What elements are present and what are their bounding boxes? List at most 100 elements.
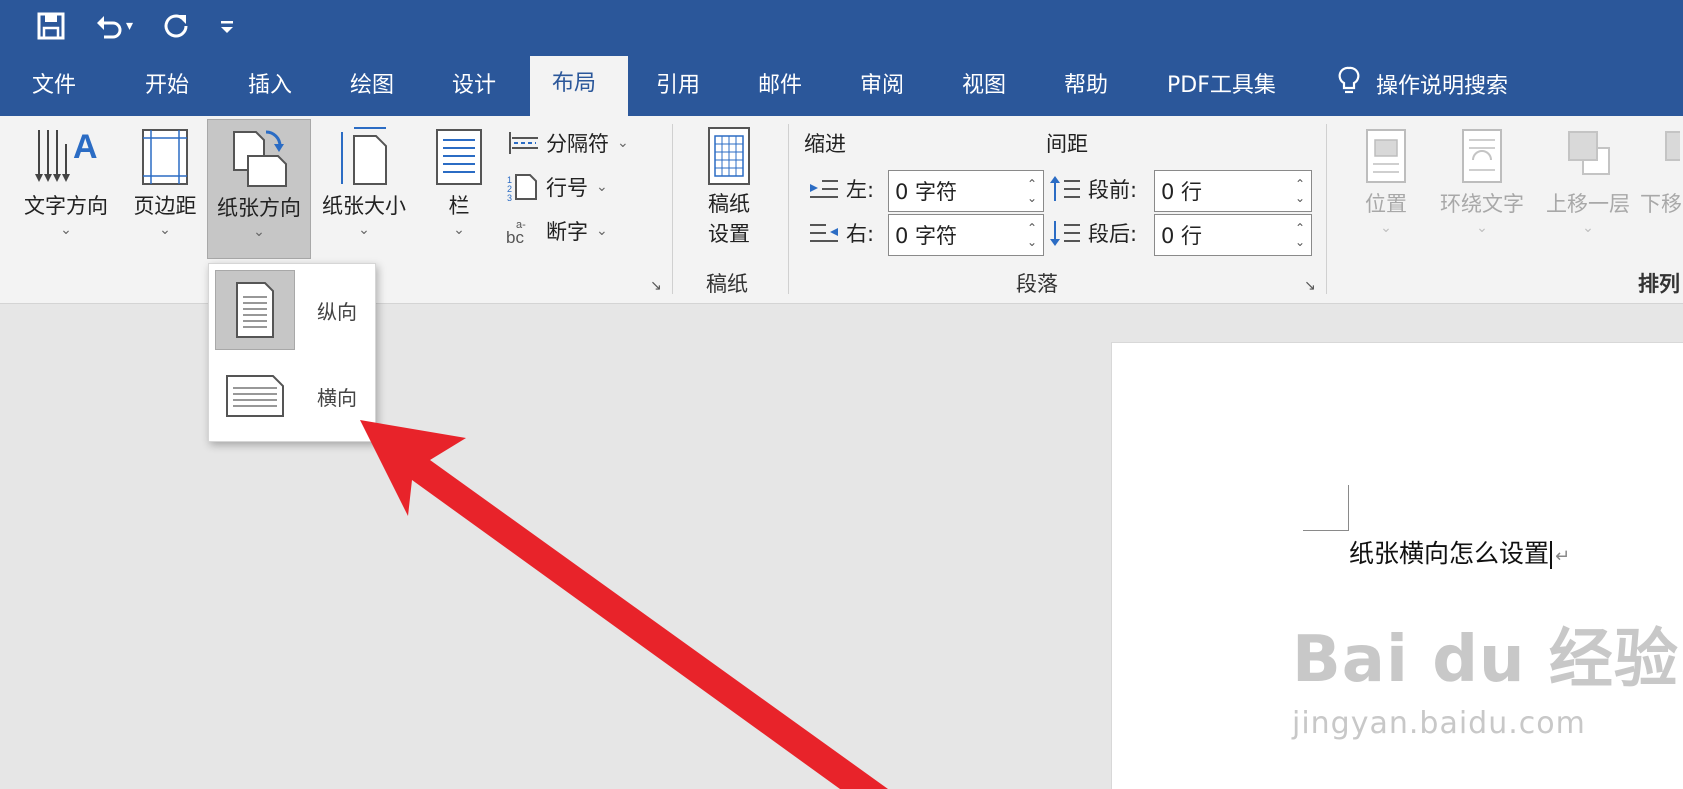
group-separator — [788, 124, 789, 294]
ribbon-tabs: 文件 开始 插入 绘图 设计 布局 引用 邮件 审阅 视图 帮助 PDF工具集 … — [0, 52, 1683, 116]
orientation-label: 纸张方向 — [217, 196, 301, 220]
lightbulb-icon — [1338, 66, 1360, 108]
tab-references[interactable]: 引用 — [634, 66, 722, 116]
tab-design[interactable]: 设计 — [430, 66, 518, 116]
spacing-before-input[interactable]: 0 行 ⌃ ⌄ — [1154, 170, 1312, 212]
text-cursor — [1550, 541, 1553, 569]
indent-left-label: 左: — [808, 174, 874, 204]
indent-title: 缩进 — [804, 132, 846, 156]
margins-label: 页边距 — [133, 194, 197, 218]
manuscript-group-label: 稿纸 — [706, 272, 748, 296]
send-backward-label: 下移 — [1640, 192, 1682, 216]
wrap-text-button[interactable]: 环绕文字 ⌄ — [1432, 126, 1532, 244]
wrap-text-icon — [1462, 129, 1502, 183]
columns-icon — [436, 129, 482, 185]
landscape-label: 横向 — [317, 385, 357, 410]
bring-forward-icon — [1568, 131, 1610, 175]
chevron-down-icon: ⌄ — [253, 224, 265, 240]
breaks-label: 分隔符 — [546, 132, 609, 156]
margins-icon — [142, 129, 188, 185]
size-label: 纸张大小 — [322, 194, 406, 218]
hyphenation-label: 断字 — [546, 220, 588, 244]
document-text: 纸张横向怎么设置 — [1349, 539, 1550, 568]
orientation-icon — [233, 130, 287, 187]
arrow-shape — [360, 420, 888, 789]
hyphenation-icon: a- bc — [506, 219, 526, 245]
breaks-icon — [509, 132, 538, 154]
columns-label: 栏 — [448, 194, 470, 218]
undo-icon[interactable]: ▾ — [94, 11, 133, 41]
watermark-main: Bai du 经验 — [1292, 623, 1679, 697]
tab-draw[interactable]: 绘图 — [328, 66, 416, 116]
tab-view[interactable]: 视图 — [940, 66, 1028, 116]
paragraph-launcher-icon[interactable]: ↘ — [1304, 278, 1316, 294]
tab-review[interactable]: 审阅 — [838, 66, 926, 116]
spinner-arrows-icon[interactable]: ⌃ ⌄ — [1289, 177, 1311, 205]
chevron-down-icon: ⌄ — [453, 222, 465, 238]
chevron-down-icon: ⌄ — [159, 222, 171, 238]
size-button[interactable]: 纸张大小 ⌄ — [314, 124, 414, 244]
svg-text:3: 3 — [507, 193, 512, 201]
chevron-down-icon: ⌄ — [1582, 220, 1594, 236]
send-backward-button[interactable]: 下移 — [1640, 126, 1683, 244]
margin-corner-mark — [1303, 530, 1349, 531]
tell-me-search[interactable]: 操作说明搜索 — [1338, 66, 1508, 108]
tab-mailings[interactable]: 邮件 — [736, 66, 824, 116]
manuscript-label-line2: 设置 — [708, 222, 750, 246]
redo-icon[interactable] — [161, 11, 191, 41]
page-setup-launcher-icon[interactable]: ↘ — [650, 278, 662, 294]
spacing-after-icon — [1050, 221, 1080, 246]
bring-forward-label: 上移一层 — [1546, 192, 1630, 216]
position-label: 位置 — [1365, 192, 1407, 216]
tab-pdf-tools[interactable]: PDF工具集 — [1145, 66, 1298, 116]
customize-icon[interactable] — [219, 16, 235, 36]
size-icon — [341, 127, 387, 185]
text-direction-button[interactable]: A 文字方向 ⌄ — [16, 124, 116, 244]
text-direction-label: 文字方向 — [24, 194, 108, 218]
undo-dropdown[interactable]: ▾ — [126, 18, 133, 34]
spacing-before-icon — [1050, 176, 1080, 201]
bring-forward-button[interactable]: 上移一层 ⌄ — [1538, 126, 1638, 244]
line-numbers-button[interactable]: 1 2 3 行号 ⌄ — [506, 172, 608, 202]
margin-corner-mark — [1348, 485, 1349, 530]
portrait-page-icon — [215, 270, 295, 350]
margins-button[interactable]: 页边距 ⌄ — [124, 124, 206, 244]
tab-layout[interactable]: 布局 — [530, 56, 628, 116]
indent-right-label: 右: — [808, 218, 874, 248]
spacing-after-label: 段后: — [1050, 218, 1137, 248]
indent-left-input[interactable]: 0 字符 ⌃ ⌄ — [888, 170, 1044, 212]
quick-access-toolbar: ▾ — [36, 6, 263, 46]
landscape-page-icon — [215, 356, 295, 436]
chevron-down-icon: ⌄ — [358, 222, 370, 238]
orientation-button[interactable]: 纸张方向 ⌄ — [207, 119, 311, 259]
tab-home[interactable]: 开始 — [123, 66, 211, 116]
paragraph-mark: ↵ — [1555, 546, 1571, 567]
orientation-portrait-item[interactable]: 纵向 — [215, 269, 369, 351]
line-numbers-icon: 1 2 3 — [507, 174, 537, 201]
tab-help[interactable]: 帮助 — [1042, 66, 1130, 116]
chevron-down-icon: ⌄ — [596, 179, 608, 195]
spinner-arrows-icon[interactable]: ⌃ ⌄ — [1021, 177, 1043, 205]
indent-right-input[interactable]: 0 字符 ⌃ ⌄ — [888, 214, 1044, 256]
tab-file[interactable]: 文件 — [10, 66, 98, 116]
orientation-landscape-item[interactable]: 横向 — [215, 355, 369, 437]
manuscript-icon — [708, 127, 750, 185]
indent-right-icon — [810, 224, 838, 242]
indent-left-icon — [810, 180, 838, 198]
columns-button[interactable]: 栏 ⌄ — [424, 124, 494, 244]
group-separator — [672, 124, 673, 294]
portrait-label: 纵向 — [317, 299, 357, 324]
spacing-title: 间距 — [1046, 132, 1088, 156]
chevron-down-icon: ⌄ — [1476, 220, 1488, 236]
breaks-button[interactable]: 分隔符 ⌄ — [506, 128, 629, 158]
manuscript-settings-button[interactable]: 稿纸 设置 — [688, 126, 770, 254]
document-text-line[interactable]: 纸张横向怎么设置 ↵ — [1349, 534, 1570, 570]
baidu-watermark: Bai du 经验 jingyan.baidu.com — [1292, 608, 1679, 741]
spinner-arrows-icon[interactable]: ⌃ ⌄ — [1289, 221, 1311, 249]
spinner-arrows-icon[interactable]: ⌃ ⌄ — [1021, 221, 1043, 249]
spacing-after-input[interactable]: 0 行 ⌃ ⌄ — [1154, 214, 1312, 256]
position-button[interactable]: 位置 ⌄ — [1346, 126, 1426, 244]
hyphenation-button[interactable]: a- bc 断字 ⌄ — [506, 216, 608, 246]
tab-insert[interactable]: 插入 — [226, 66, 314, 116]
save-icon[interactable] — [36, 11, 66, 41]
